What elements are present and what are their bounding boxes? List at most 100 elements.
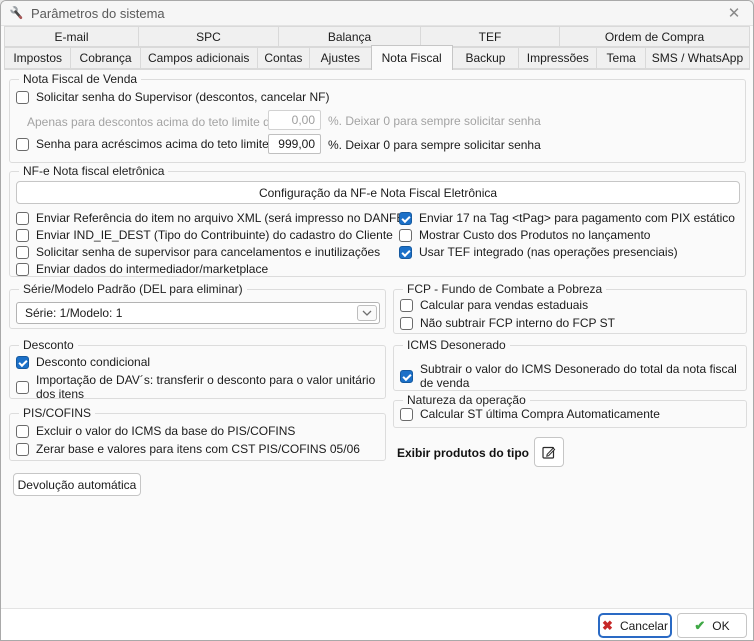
checkbox[interactable] — [16, 229, 29, 242]
group-serie-modelo: Série/Modelo Padrão (DEL para eliminar) … — [9, 289, 386, 329]
checkbox-row-subtrair-icms[interactable]: Subtrair o valor do ICMS Desonerado do t… — [400, 362, 746, 390]
edit-produtos-button[interactable] — [534, 437, 564, 467]
tab-campos-adicionais[interactable]: Campos adicionais — [140, 47, 258, 69]
checkbox-label: Senha para acréscimos acima do teto limi… — [36, 137, 289, 151]
group-legend: Desconto — [19, 338, 78, 352]
checkbox[interactable] — [400, 370, 413, 383]
window-title: Parâmetros do sistema — [31, 6, 165, 21]
checkbox-row-enviar-referencia[interactable]: Enviar Referência do item no arquivo XML… — [16, 211, 408, 225]
checkbox-label: Enviar IND_IE_DEST (Tipo do Contribuinte… — [36, 228, 393, 242]
tab-tef[interactable]: TEF — [420, 26, 560, 47]
checkbox-label: Desconto condicional — [36, 355, 150, 369]
checkbox-row-senha-cancelamentos[interactable]: Solicitar senha de supervisor para cance… — [16, 245, 380, 259]
checkbox-label: Excluir o valor do ICMS da base do PIS/C… — [36, 424, 295, 438]
ok-button[interactable]: ✔ OK — [677, 613, 747, 638]
checkbox[interactable] — [16, 263, 29, 276]
devolucao-automatica-button[interactable]: Devolução automática — [13, 473, 141, 496]
ok-check-icon: ✔ — [694, 618, 705, 634]
checkbox[interactable] — [16, 356, 29, 369]
wrench-icon — [9, 5, 25, 21]
checkbox-label: Zerar base e valores para itens com CST … — [36, 442, 360, 456]
checkbox-row-senha-supervisor[interactable]: Solicitar senha do Supervisor (descontos… — [16, 90, 329, 104]
checkbox[interactable] — [16, 91, 29, 104]
tab-strip-bottom: Impostos Cobrança Campos adicionais Cont… — [4, 47, 750, 70]
checkbox[interactable] — [16, 443, 29, 456]
group-nota-fiscal-de-venda: Nota Fiscal de Venda Solicitar senha do … — [9, 79, 746, 163]
acrescimos-limit-input[interactable] — [268, 134, 321, 154]
checkbox-label: Enviar Referência do item no arquivo XML… — [36, 211, 408, 225]
checkbox-row-mostrar-custo[interactable]: Mostrar Custo dos Produtos no lançamento — [399, 228, 650, 242]
descontos-hint: Apenas para descontos acima do teto limi… — [27, 115, 280, 129]
group-desconto: Desconto Desconto condicional Importação… — [9, 345, 386, 399]
checkbox-row-zerar-base-cst[interactable]: Zerar base e valores para itens com CST … — [16, 442, 360, 456]
tab-backup[interactable]: Backup — [452, 47, 519, 69]
tab-email[interactable]: E-mail — [4, 26, 139, 47]
checkbox[interactable] — [16, 138, 29, 151]
checkbox-row-fcp-vendas-estaduais[interactable]: Calcular para vendas estaduais — [400, 298, 588, 312]
checkbox[interactable] — [400, 408, 413, 421]
edit-icon — [541, 444, 557, 460]
checkbox-row-intermediador[interactable]: Enviar dados do intermediador/marketplac… — [16, 262, 268, 276]
checkbox-label: Não subtrair FCP interno do FCP ST — [420, 316, 615, 330]
tab-tema[interactable]: Tema — [596, 47, 646, 69]
checkbox-row-tag-tpag-pix[interactable]: Enviar 17 na Tag <tPag> para pagamento c… — [399, 211, 735, 225]
tab-ajustes[interactable]: Ajustes — [309, 47, 371, 69]
checkbox[interactable] — [16, 212, 29, 225]
checkbox[interactable] — [400, 317, 413, 330]
tab-sms-whatsapp[interactable]: SMS / WhatsApp — [645, 47, 750, 69]
group-legend: Série/Modelo Padrão (DEL para eliminar) — [19, 282, 247, 296]
checkbox[interactable] — [16, 381, 29, 394]
cancel-button[interactable]: ✖ Cancelar — [598, 613, 672, 638]
group-legend: NF-e Nota fiscal eletrônica — [19, 164, 168, 178]
cancel-label: Cancelar — [620, 619, 668, 633]
config-nfe-button[interactable]: Configuração da NF-e Nota Fiscal Eletrôn… — [16, 181, 740, 204]
tab-strip-top: E-mail SPC Balança TEF Ordem de Compra — [4, 26, 750, 47]
checkbox[interactable] — [400, 299, 413, 312]
descontos-limit-input[interactable] — [268, 110, 321, 130]
checkbox-label: Subtrair o valor do ICMS Desonerado do t… — [420, 362, 746, 390]
cancel-x-icon: ✖ — [602, 618, 613, 634]
checkbox-row-enviar-ind-ie-dest[interactable]: Enviar IND_IE_DEST (Tipo do Contribuinte… — [16, 228, 393, 242]
combobox-value: Série: 1/Modelo: 1 — [17, 306, 122, 320]
checkbox-row-calcular-st[interactable]: Calcular ST última Compra Automaticament… — [400, 407, 660, 421]
group-legend: Natureza da operação — [403, 393, 530, 407]
tab-contas[interactable]: Contas — [257, 47, 311, 69]
checkbox-row-usar-tef[interactable]: Usar TEF integrado (nas operações presen… — [399, 245, 678, 259]
checkbox-row-desconto-condicional[interactable]: Desconto condicional — [16, 355, 150, 369]
checkbox[interactable] — [399, 246, 412, 259]
checkbox[interactable] — [16, 425, 29, 438]
exibir-produtos-label: Exibir produtos do tipo — [397, 446, 529, 460]
group-legend: ICMS Desonerado — [403, 338, 510, 352]
group-natureza-operacao: Natureza da operação Calcular ST última … — [393, 400, 747, 428]
tab-impressoes[interactable]: Impressões — [518, 47, 597, 69]
checkbox-label: Calcular ST última Compra Automaticament… — [420, 407, 660, 421]
checkbox[interactable] — [16, 246, 29, 259]
title-bar: Parâmetros do sistema ✕ — [1, 1, 753, 26]
checkbox-row-importacao-dav[interactable]: Importação de DAV´s: transferir o descon… — [16, 373, 380, 401]
checkbox-row-excluir-icms-base[interactable]: Excluir o valor do ICMS da base do PIS/C… — [16, 424, 295, 438]
close-icon[interactable]: ✕ — [725, 4, 743, 22]
checkbox-row-fcp-interno[interactable]: Não subtrair FCP interno do FCP ST — [400, 316, 615, 330]
checkbox-label: Solicitar senha do Supervisor (descontos… — [36, 90, 329, 104]
serie-modelo-combobox[interactable]: Série: 1/Modelo: 1 — [16, 302, 380, 324]
tab-ordem-de-compra[interactable]: Ordem de Compra — [559, 26, 750, 47]
checkbox-label: Enviar dados do intermediador/marketplac… — [36, 262, 268, 276]
checkbox[interactable] — [399, 212, 412, 225]
acrescimos-suffix: %. Deixar 0 para sempre solicitar senha — [328, 138, 541, 152]
tab-impostos[interactable]: Impostos — [4, 47, 71, 69]
tab-spc[interactable]: SPC — [138, 26, 279, 47]
checkbox-label: Calcular para vendas estaduais — [420, 298, 588, 312]
checkbox-label: Solicitar senha de supervisor para cance… — [36, 245, 380, 259]
tab-balanca[interactable]: Balança — [278, 26, 421, 47]
group-legend: FCP - Fundo de Combate a Pobreza — [403, 282, 606, 296]
checkbox-label: Usar TEF integrado (nas operações presen… — [419, 245, 678, 259]
tab-nota-fiscal-active[interactable]: Nota Fiscal — [371, 45, 453, 70]
tab-cobranca[interactable]: Cobrança — [70, 47, 140, 69]
group-legend: Nota Fiscal de Venda — [19, 72, 141, 86]
group-legend: PIS/COFINS — [19, 406, 95, 420]
checkbox-row-senha-acrescimos[interactable]: Senha para acréscimos acima do teto limi… — [16, 137, 289, 151]
chevron-down-icon[interactable] — [357, 305, 377, 321]
checkbox[interactable] — [399, 229, 412, 242]
checkbox-label: Importação de DAV´s: transferir o descon… — [36, 373, 380, 401]
group-pis-cofins: PIS/COFINS Excluir o valor do ICMS da ba… — [9, 413, 386, 461]
